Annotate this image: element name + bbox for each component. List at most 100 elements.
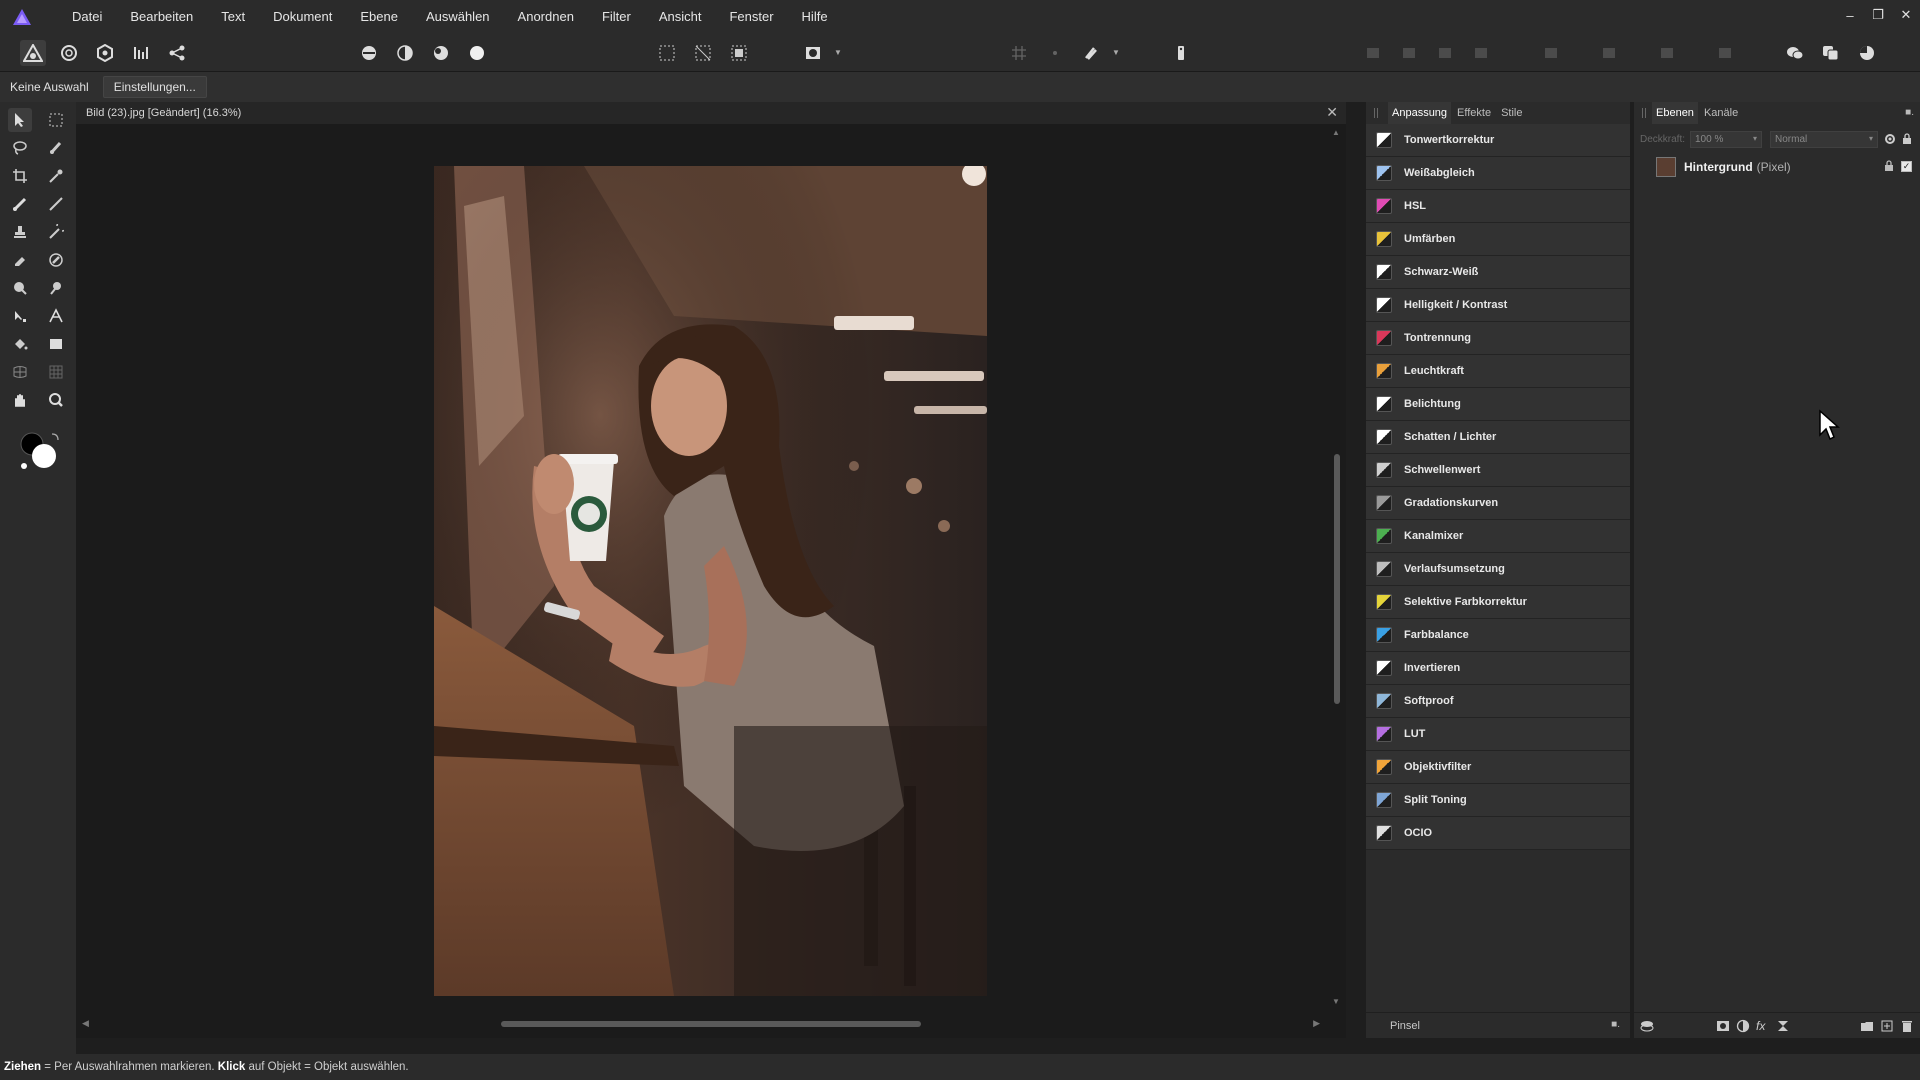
adjustment-item[interactable]: LUT [1366, 718, 1630, 751]
adjustment-item[interactable]: Selektive Farbkorrektur [1366, 586, 1630, 619]
adjustment-item[interactable]: Umfärben [1366, 223, 1630, 256]
layer-stack-icon[interactable] [1640, 1019, 1654, 1033]
perspective-tool[interactable] [8, 360, 32, 384]
add-layer-icon[interactable] [1880, 1019, 1894, 1033]
marquee-mode-button[interactable] [654, 40, 680, 66]
pixel-tool[interactable] [44, 192, 68, 216]
menu-filter[interactable]: Filter [588, 0, 645, 34]
auto-levels-button[interactable] [356, 40, 382, 66]
color-swatches[interactable] [18, 430, 62, 474]
align-top-button[interactable] [1468, 40, 1494, 66]
adjustment-item[interactable]: Schatten / Lichter [1366, 421, 1630, 454]
panel-menu-icon[interactable]: ■. [1611, 1019, 1620, 1030]
adjustment-item[interactable]: Schwarz-Weiß [1366, 256, 1630, 289]
layer-visibility-checkbox[interactable]: ✓ [1901, 161, 1912, 172]
adjustment-item[interactable]: Softproof [1366, 685, 1630, 718]
adjustment-item[interactable]: Objektivfilter [1366, 751, 1630, 784]
adjustment-item[interactable]: Kanalmixer [1366, 520, 1630, 553]
move-tool[interactable] [8, 108, 32, 132]
tab-effects[interactable]: Effekte [1453, 102, 1495, 124]
node-tool[interactable] [8, 304, 32, 328]
rotate-left-button[interactable] [1654, 40, 1680, 66]
menu-select[interactable]: Auswählen [412, 0, 504, 34]
adjustment-item[interactable]: Belichtung [1366, 388, 1630, 421]
adjustment-item[interactable]: Gradationskurven [1366, 487, 1630, 520]
live-filter-icon[interactable] [1776, 1019, 1790, 1033]
brushes-panel-header[interactable]: Pinsel ■. [1366, 1012, 1630, 1038]
menu-text[interactable]: Text [207, 0, 259, 34]
arrange-windows-button[interactable] [1818, 40, 1844, 66]
align-right-button[interactable] [1432, 40, 1458, 66]
adjustment-item[interactable]: Split Toning [1366, 784, 1630, 817]
adjustment-item[interactable]: Helligkeit / Kontrast [1366, 289, 1630, 322]
scroll-up-icon[interactable]: ▲ [1332, 128, 1340, 137]
document-image[interactable] [434, 166, 987, 996]
menu-file[interactable]: Datei [58, 0, 116, 34]
invert-selection-button[interactable] [726, 40, 752, 66]
quick-mask-button[interactable] [800, 40, 826, 66]
freehand-selection-tool[interactable] [8, 136, 32, 160]
liquify-persona-button[interactable] [56, 40, 82, 66]
dodge-brush-tool[interactable] [8, 276, 32, 300]
brushes-tab-label[interactable]: Pinsel [1366, 1020, 1420, 1032]
adjustment-item[interactable]: Tonwertkorrektur [1366, 124, 1630, 157]
flip-vertical-button[interactable] [1596, 40, 1622, 66]
flip-horizontal-button[interactable] [1538, 40, 1564, 66]
adjustment-item[interactable]: Verlaufsumsetzung [1366, 553, 1630, 586]
adjustment-item[interactable]: OCIO [1366, 817, 1630, 850]
horizontal-scrollbar[interactable]: ◀ ▶ [76, 1010, 1346, 1038]
canvas-area[interactable]: Bild (23).jpg [Geändert] (16.3%) ✕ ▲ ▼ ◀… [76, 102, 1346, 1038]
auto-white-balance-button[interactable] [464, 40, 490, 66]
layer-row[interactable]: Hintergrund (Pixel) ✓ [1634, 154, 1920, 180]
rectangular-marquee-tool[interactable] [44, 108, 68, 132]
quick-mask-dropdown-icon[interactable]: ▼ [834, 48, 842, 57]
blend-mode-dropdown-icon[interactable]: ▾ [1869, 134, 1873, 143]
text-tool[interactable] [44, 304, 68, 328]
group-folder-icon[interactable] [1860, 1019, 1874, 1033]
zoom-tool[interactable] [44, 388, 68, 412]
mesh-warp-tool[interactable] [44, 360, 68, 384]
menu-view[interactable]: Ansicht [645, 0, 716, 34]
blend-mode-select[interactable]: Normal ▾ [1770, 130, 1878, 148]
adjustment-item[interactable]: Tontrennung [1366, 322, 1630, 355]
menu-edit[interactable]: Bearbeiten [116, 0, 207, 34]
photo-persona-button[interactable] [20, 40, 46, 66]
trash-icon[interactable] [1900, 1019, 1914, 1033]
tone-mapping-persona-button[interactable] [128, 40, 154, 66]
assistant-button[interactable] [1168, 40, 1194, 66]
auto-colors-button[interactable] [428, 40, 454, 66]
menu-document[interactable]: Dokument [259, 0, 346, 34]
snapping-dropdown-icon[interactable]: ▼ [1112, 48, 1120, 57]
scroll-down-icon[interactable]: ▼ [1332, 997, 1340, 1006]
vertical-scrollbar[interactable]: ▲ ▼ [1328, 124, 1346, 1010]
menu-window[interactable]: Fenster [715, 0, 787, 34]
adjustment-item[interactable]: Farbbalance [1366, 619, 1630, 652]
mask-layer-icon[interactable] [1716, 1019, 1730, 1033]
view-tool[interactable] [8, 388, 32, 412]
scroll-left-icon[interactable]: ◀ [82, 1018, 89, 1029]
smudge-brush-tool[interactable] [44, 276, 68, 300]
align-center-button[interactable] [1396, 40, 1422, 66]
tab-layers[interactable]: Ebenen [1652, 102, 1698, 124]
fx-icon[interactable]: fx [1756, 1019, 1770, 1033]
tab-channels[interactable]: Kanäle [1700, 102, 1742, 124]
clone-brush-tool[interactable] [8, 220, 32, 244]
minimize-button[interactable]: – [1836, 0, 1864, 30]
layers-panel-menu-icon[interactable]: ■. [1905, 107, 1914, 118]
flood-fill-tool[interactable] [8, 332, 32, 356]
auto-contrast-button[interactable] [392, 40, 418, 66]
snapping-options-button[interactable] [1042, 40, 1068, 66]
close-window-button[interactable]: ✕ [1892, 0, 1920, 30]
selection-brush-tool[interactable] [44, 136, 68, 160]
adjustment-item[interactable]: Invertieren [1366, 652, 1630, 685]
opacity-field[interactable]: 100 % ▾ [1690, 130, 1762, 148]
studio-toggle-button[interactable] [1782, 40, 1808, 66]
menu-arrange[interactable]: Anordnen [504, 0, 588, 34]
gear-icon[interactable] [1884, 133, 1896, 145]
snapping-button[interactable] [1078, 40, 1104, 66]
rotate-right-button[interactable] [1712, 40, 1738, 66]
lock-icon[interactable] [1902, 133, 1912, 145]
erase-brush-tool[interactable] [8, 248, 32, 272]
affinity-photo-logo-icon[interactable] [10, 5, 34, 29]
color-picker-button[interactable] [1854, 40, 1880, 66]
